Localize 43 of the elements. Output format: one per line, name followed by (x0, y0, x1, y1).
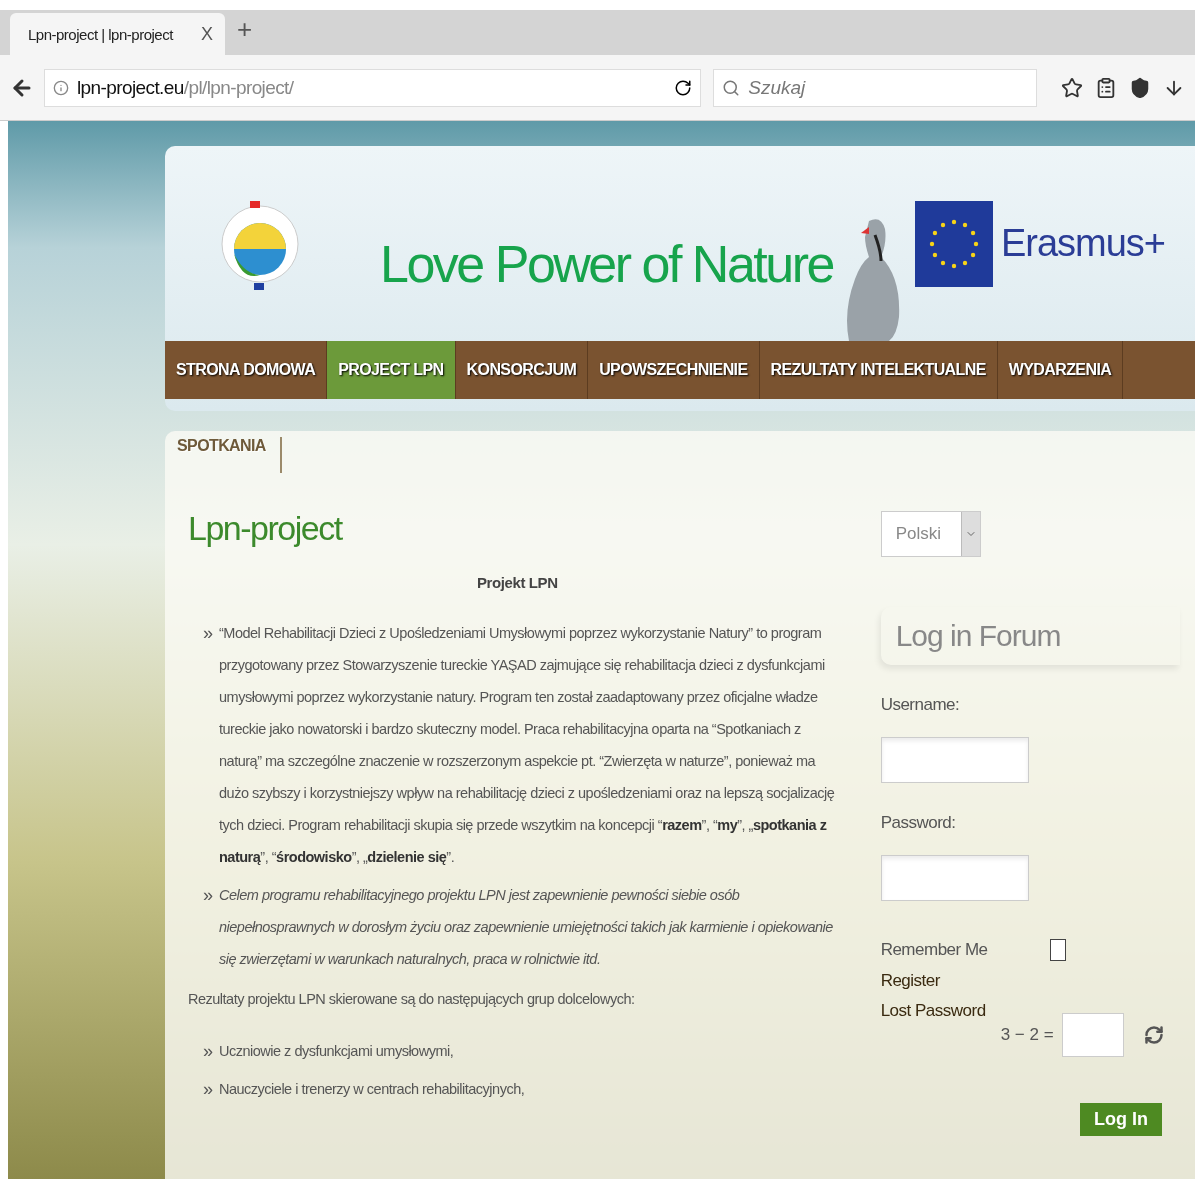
eu-flag-icon (914, 200, 993, 287)
login-heading: Log in Forum (880, 607, 1180, 665)
captcha-field[interactable] (1061, 1013, 1124, 1057)
section-heading: Projekt LPN (476, 574, 559, 591)
password-label: Password: (880, 813, 957, 833)
search-icon (722, 78, 741, 97)
intro-text: Rezultaty projektu LPN skierowane są do następujących grup dolcelowych: (188, 991, 636, 1007)
browser-tab[interactable]: Lpn-project | lpn-project X (10, 13, 225, 55)
account-link[interactable]: Register (880, 971, 1180, 991)
bullet-marker: » (203, 884, 213, 907)
tab-title: Lpn-project | lpn-project (28, 25, 173, 43)
nav-item[interactable]: REZULTATY INTELEKTUALNE (759, 341, 998, 399)
address-bar[interactable]: lpn-project.eu/pl/lpn-project/ (44, 68, 702, 107)
nav-item[interactable]: KONSORCJUM (455, 341, 589, 399)
bullet-paragraph: Celem programu rehabilitacyjnego projektu LPN jest zapewnienie pewności siebie osób niepełnosprawnych w dorosłym życiu oraz zapewnienie umiejętności takich jak karmienie i opiekowanie się zwierzętami w warunkach naturalnych, praca w rolnictwie itd. (219, 886, 834, 969)
bullet-marker: » (203, 622, 213, 645)
bullet-marker: » (203, 1078, 213, 1101)
refresh-icon[interactable] (1143, 1025, 1164, 1045)
reload-icon[interactable] (674, 78, 693, 97)
bullet-marker: » (203, 1040, 213, 1063)
close-tab-button[interactable]: X (201, 23, 213, 45)
remember-checkbox[interactable] (1049, 939, 1066, 961)
url-text: lpn-project.eu/pl/lpn-project/ (77, 76, 294, 99)
username-field[interactable] (880, 737, 1029, 783)
username-label: Username: (880, 695, 961, 715)
nav-item[interactable]: UPOWSZECHNIENIE (588, 341, 760, 399)
nav-item[interactable]: WYDARZENIA (997, 341, 1124, 399)
site-title: Love Power of Nature (380, 233, 833, 294)
subnav-item[interactable]: SPOTKANIA (177, 437, 282, 473)
list-item-text: Nauczyciele i trenerzy w centrach rehabilitacyjnych, (219, 1080, 525, 1099)
erasmus-logo-text: Erasmus+ (1000, 222, 1165, 265)
language-select[interactable]: Polski (880, 511, 981, 557)
remember-label: Remember Me (880, 940, 988, 960)
info-icon (53, 79, 69, 96)
password-field[interactable] (880, 855, 1029, 901)
login-button[interactable]: Log In (1080, 1103, 1162, 1136)
bullet-paragraph: “Model Rehabilitacji Dzieci z Upośledzeniami Umysłowymi poprzez wykorzystanie Natury” to program przygotowany przez Stowarzyszenie tureckie YAŞAD zajmujące się rehabilitacja dzieci z dysfunkcjami umysłowymi poprzez wykorzystanie natury. Program ten został zaadaptowany przez oficjalne władze tureckie jako nowatorski i bardzo skuteczny model. Praca rehabilitacyjna oparta na “Spotkaniach z naturą” ma szczególne znaczenie w rozszerzonym aspekcie pt. “Zwierzęta w naturze”, ponieważ ma dużo szybszy i korzystniejszy wpływ na rehabilitację dzieci z upośledzeniami oraz na lepszą socjalizację tych dzieci. Program rehabilitacji skupia się przede wszytkim na koncepcji “razem”, “my”, „spotkania z naturą”, “środowisko”, „dzielenie się”. (219, 624, 836, 867)
new-tab-button[interactable]: + (237, 14, 253, 51)
account-link[interactable]: Lost Password (880, 1001, 1180, 1021)
search-field[interactable]: Szukaj (713, 68, 1037, 107)
page-title: Lpn-project (188, 509, 344, 548)
list-item-text: Uczniowie z dysfunkcjami umysłowymi, (219, 1042, 454, 1061)
captcha-question: 3 − 2 = (1000, 1025, 1054, 1045)
